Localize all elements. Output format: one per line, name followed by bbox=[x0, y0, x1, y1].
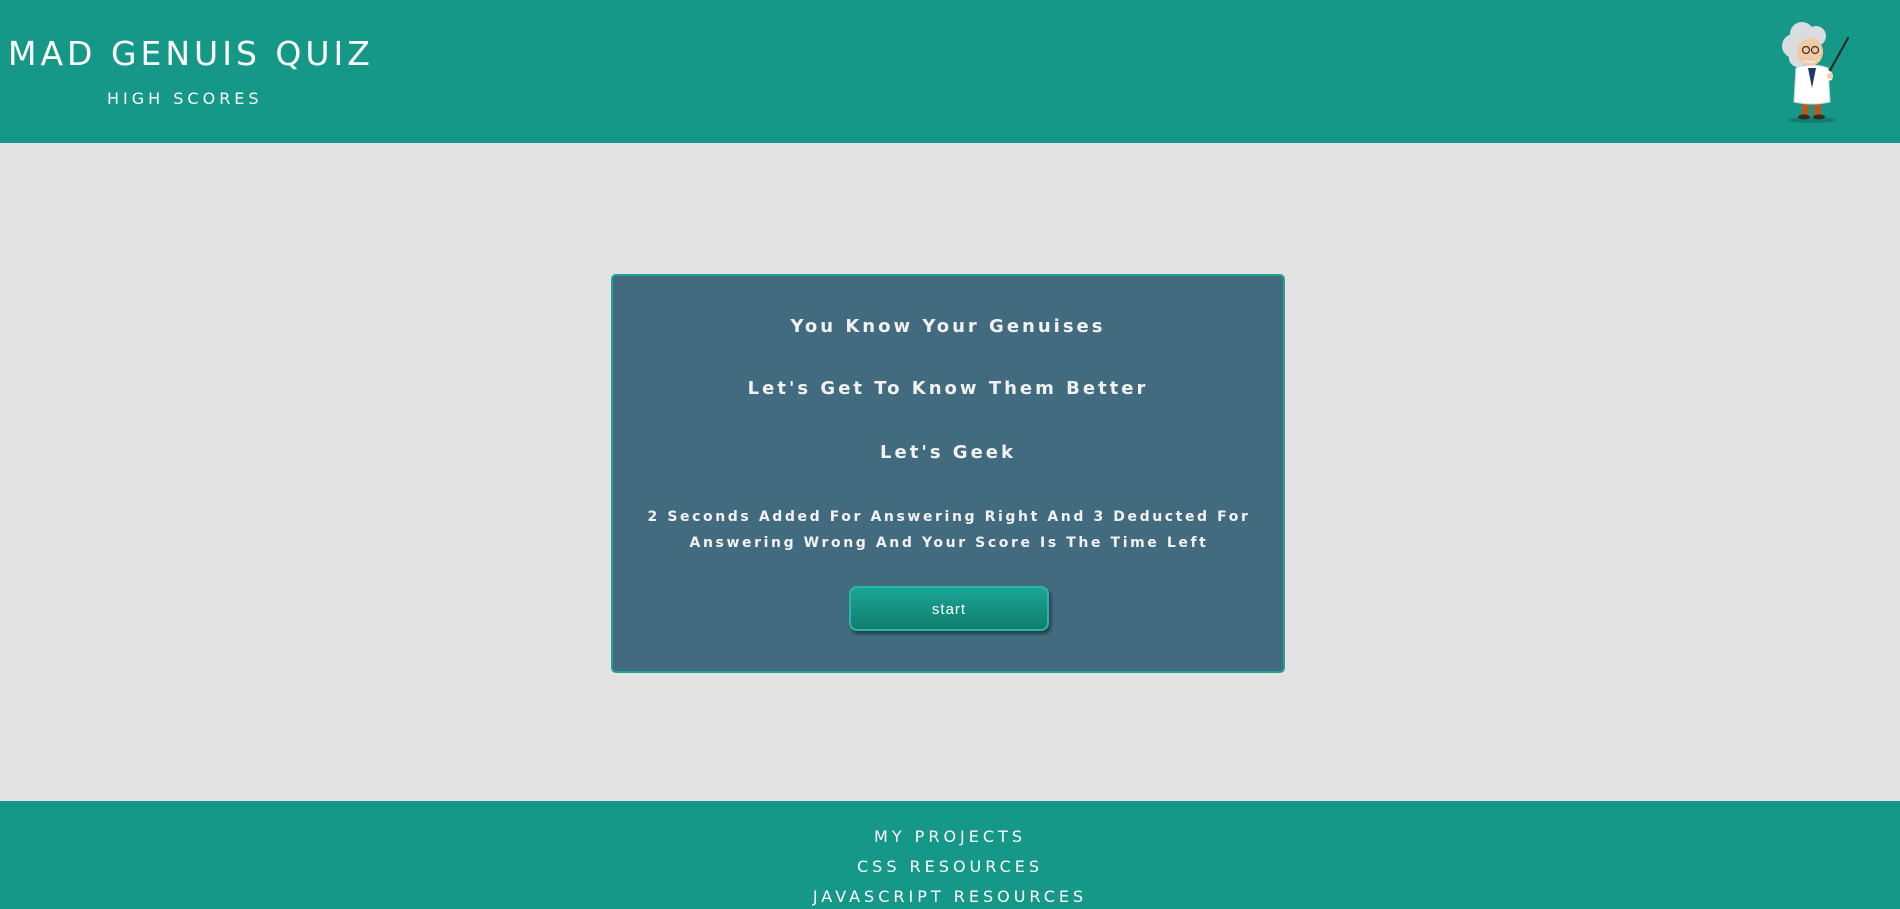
quiz-rules-text: 2 Seconds Added For Answering Right And … bbox=[647, 509, 1251, 551]
intro-subheading: Let's Get To Know Them Better bbox=[747, 378, 1149, 399]
high-scores-link[interactable]: HIGH SCORES bbox=[107, 89, 263, 108]
intro-tagline: Let's Geek bbox=[880, 442, 1016, 463]
footer-link-javascript-resources[interactable]: JAVASCRIPT RESOURCES bbox=[0, 887, 1900, 906]
start-button[interactable]: start bbox=[849, 586, 1049, 631]
mad-scientist-icon bbox=[1782, 22, 1850, 123]
footer-link-css-resources[interactable]: CSS RESOURCES bbox=[0, 857, 1900, 876]
site-footer: MY PROJECTS CSS RESOURCES JAVASCRIPT RES… bbox=[0, 801, 1900, 909]
quiz-intro-card: You Know Your Genuises Let's Get To Know… bbox=[611, 274, 1285, 673]
site-title: MAD GENUIS QUIZ bbox=[8, 34, 374, 73]
site-header: MAD GENUIS QUIZ HIGH SCORES bbox=[0, 0, 1900, 143]
intro-heading: You Know Your Genuises bbox=[790, 316, 1106, 337]
footer-link-my-projects[interactable]: MY PROJECTS bbox=[0, 827, 1900, 846]
